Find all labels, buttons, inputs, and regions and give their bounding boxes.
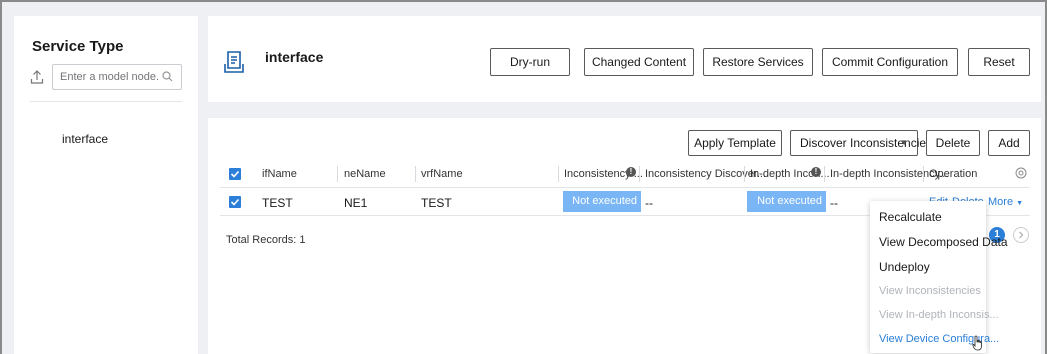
menu-item-view-decomposed-data[interactable]: View Decomposed Data [879,235,1008,249]
tree-item-interface[interactable]: interface [62,132,108,146]
upload-icon[interactable] [30,70,44,84]
next-page-button[interactable] [1013,227,1029,243]
apply-template-button[interactable]: Apply Template [688,130,782,156]
row-checkbox[interactable] [229,196,241,208]
column-separator [337,166,338,182]
chevron-down-icon: ▼ [900,138,908,147]
add-button[interactable]: Add [988,130,1030,156]
more-dropdown-menu: Recalculate View Decomposed Data Undeplo… [870,201,1008,354]
header-panel: interface Dry-run Changed Content Restor… [208,16,1041,102]
cell-inconsistency-discover: -- [645,196,653,210]
column-separator [744,166,745,182]
cell-indepth-inconsistency: -- [830,196,838,210]
cell-inconsistency-status: Not executed [563,191,641,212]
total-records: Total Records: 1 [226,234,306,246]
column-vrfname[interactable]: vrfName [421,168,463,180]
column-separator [824,166,825,182]
model-search-box[interactable] [52,64,182,90]
discover-inconsistencies-label: Discover Inconsistencies [800,136,933,150]
chevron-right-icon [1019,231,1024,239]
cell-vrfname: TEST [421,196,452,210]
column-separator [415,166,416,182]
column-settings-icon[interactable] [1015,167,1027,179]
app-frame: Service Type interface [0,0,1047,354]
page-title: interface [265,49,324,65]
service-type-title: Service Type [32,38,124,55]
model-search-input[interactable] [60,69,160,85]
dry-run-button[interactable]: Dry-run [490,48,570,76]
reset-button[interactable]: Reset [968,48,1030,76]
column-operation: Operation [929,168,978,180]
select-all-checkbox[interactable] [229,168,241,180]
changed-content-button[interactable]: Changed Content [584,48,694,76]
column-separator [639,166,640,182]
menu-item-undeploy[interactable]: Undeploy [879,260,930,274]
service-type-panel: Service Type interface [14,16,198,354]
column-nename[interactable]: neName [344,168,386,180]
search-icon[interactable] [162,71,173,82]
menu-item-view-inconsistencies: View Inconsistencies [879,285,981,297]
table-header: ifName neName vrfName Inconsistency ... … [220,160,1030,188]
hand-cursor-icon [972,335,984,354]
column-separator [558,166,559,182]
more-link-label: More [988,196,1014,208]
delete-button[interactable]: Delete [926,130,980,156]
info-icon[interactable]: ! [811,167,821,177]
restore-services-button[interactable]: Restore Services [703,48,813,76]
document-icon [223,50,245,74]
more-link[interactable]: More ▼ [988,196,1023,208]
caret-down-icon: ▼ [1016,200,1024,207]
commit-configuration-button[interactable]: Commit Configuration [822,48,958,76]
discover-inconsistencies-dropdown[interactable]: Discover Inconsistencies ▼ [790,130,932,156]
cell-indepth-status: Not executed [747,191,826,212]
column-inconsistency-discover[interactable]: Inconsistency Discover... [645,168,766,180]
column-ifname[interactable]: ifName [262,168,297,180]
column-separator [923,166,924,182]
cell-nename: NE1 [344,196,368,210]
menu-item-view-indepth-inconsistencies: View In-depth Inconsis... [879,309,999,321]
sidebar-divider [30,101,182,102]
cell-ifname: TEST [262,196,293,210]
info-icon[interactable]: ! [626,167,636,177]
menu-item-recalculate[interactable]: Recalculate [879,210,942,224]
